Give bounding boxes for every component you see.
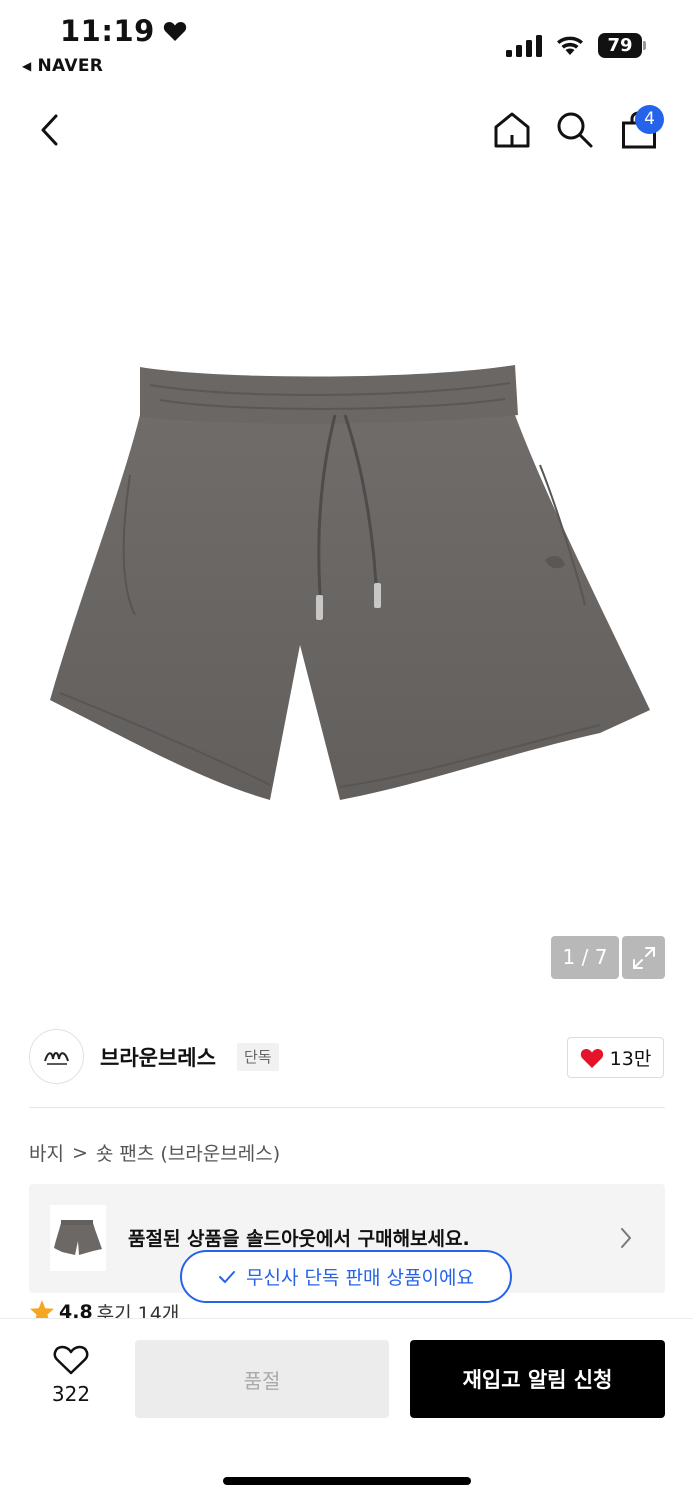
heart-outline-icon [53, 1345, 89, 1375]
breadcrumb-separator: > [71, 1141, 88, 1164]
heart-status-icon [163, 21, 186, 41]
brand-name[interactable]: 브라운브레스 [100, 1042, 216, 1072]
wishlist-count: 322 [51, 1382, 91, 1406]
product-shorts-image[interactable] [40, 355, 660, 815]
soldout-text: 품절된 상품을 솔드아웃에서 구매해보세요. [128, 1228, 470, 1250]
home-icon [494, 112, 530, 148]
status-time: 11:19 [60, 14, 187, 48]
soldout-thumbnail [50, 1205, 106, 1271]
brand-logo-mark-icon [43, 1051, 69, 1065]
restock-alert-button[interactable]: 재입고 알림 신청 [410, 1340, 665, 1418]
exclusive-toast: 무신사 단독 판매 상품이에요 [180, 1250, 512, 1303]
wifi-icon [557, 36, 583, 55]
check-icon [219, 1270, 236, 1283]
breadcrumb-category[interactable]: 바지 [29, 1139, 64, 1166]
chevron-left-icon [41, 114, 58, 146]
soldout-button: 품절 [135, 1340, 389, 1418]
gallery-page-indicator: 1 / 7 [551, 936, 619, 979]
search-button[interactable] [553, 108, 597, 152]
home-indicator[interactable] [223, 1477, 471, 1485]
heart-filled-icon [580, 1048, 603, 1068]
cellular-signal-icon [506, 35, 542, 57]
shorts-thumbnail-icon [54, 1220, 102, 1255]
back-button[interactable] [30, 108, 70, 152]
brand-like-button[interactable]: 13만 [567, 1037, 664, 1078]
back-to-app[interactable]: ◀ NAVER [22, 56, 103, 76]
battery-indicator: 79 [598, 33, 646, 58]
toast-text: 무신사 단독 판매 상품이에요 [246, 1267, 474, 1289]
expand-image-button[interactable] [622, 936, 665, 979]
breadcrumb-subcategory[interactable]: 숏 팬츠 (브라운브레스) [96, 1139, 280, 1166]
wishlist-button[interactable]: 322 [40, 1344, 102, 1406]
cart-count-badge: 4 [635, 105, 664, 134]
home-button[interactable] [490, 108, 534, 152]
section-divider [29, 1107, 665, 1108]
status-bar: 11:19 ◀ NAVER 79 [0, 0, 693, 84]
brand-like-count: 13만 [609, 1048, 652, 1070]
brand-logo[interactable] [29, 1029, 84, 1084]
breadcrumb: 바지 > 숏 팬츠 (브라운브레스) [29, 1139, 280, 1166]
search-icon [557, 112, 593, 148]
exclusive-tag: 단독 [237, 1043, 279, 1071]
expand-icon [632, 946, 655, 969]
back-triangle-icon: ◀ [22, 59, 32, 73]
chevron-right-icon [621, 1228, 631, 1248]
